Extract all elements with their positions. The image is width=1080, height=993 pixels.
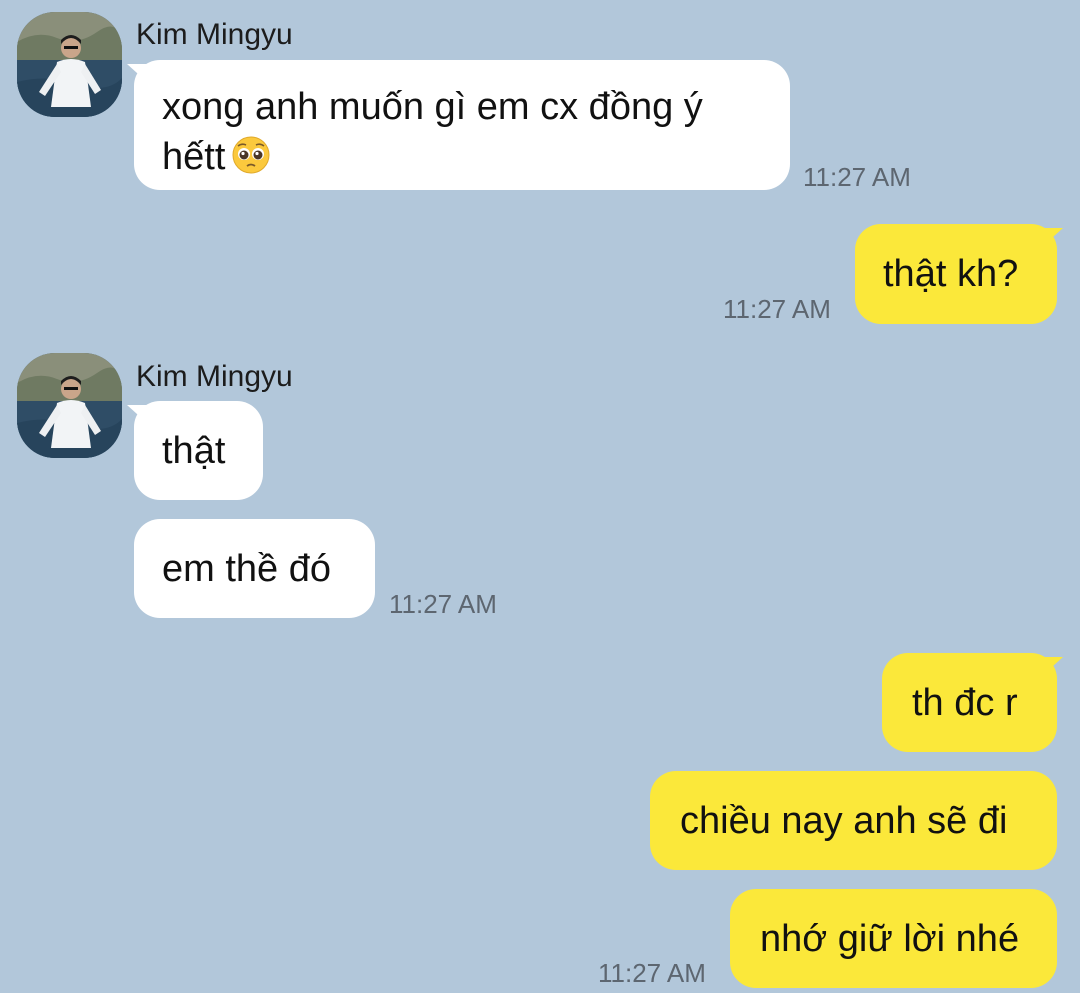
message-text: thật — [162, 430, 226, 472]
message-timestamp: 11:27 AM — [389, 589, 497, 619]
message-text: em thề đó — [162, 548, 331, 590]
message-timestamp: 11:27 AM — [598, 958, 706, 988]
message-text: th đc r — [912, 682, 1018, 724]
sender-name: Kim Mingyu — [136, 360, 293, 393]
message-bubble[interactable]: nhớ giữ lời nhé — [730, 889, 1057, 988]
message-bubble[interactable]: thật — [134, 401, 263, 500]
message-timestamp: 11:27 AM — [803, 162, 911, 192]
message-text: nhớ giữ lời nhé — [760, 918, 1020, 960]
message-bubble[interactable]: chiều nay anh sẽ đi — [650, 771, 1057, 870]
message-bubble[interactable]: th đc r — [882, 653, 1057, 752]
message-bubble[interactable]: xong anh muốn gì em cx đồng ý hếtt — [134, 60, 790, 190]
avatar[interactable] — [17, 353, 122, 458]
profile-photo — [17, 12, 122, 117]
avatar[interactable] — [17, 12, 122, 117]
profile-photo — [17, 353, 122, 458]
message-bubble[interactable]: em thề đó — [134, 519, 375, 618]
pleading-face-icon — [231, 135, 271, 175]
message-text: chiều nay anh sẽ đi — [680, 800, 1008, 842]
message-bubble[interactable]: thật kh? — [855, 224, 1057, 324]
message-text: thật kh? — [883, 253, 1019, 295]
message-timestamp: 11:27 AM — [723, 294, 831, 324]
sender-name: Kim Mingyu — [136, 18, 293, 51]
message-text-line2: hếtt — [162, 136, 226, 178]
message-text: xong anh muốn gì em cx đồng ý — [162, 86, 703, 128]
